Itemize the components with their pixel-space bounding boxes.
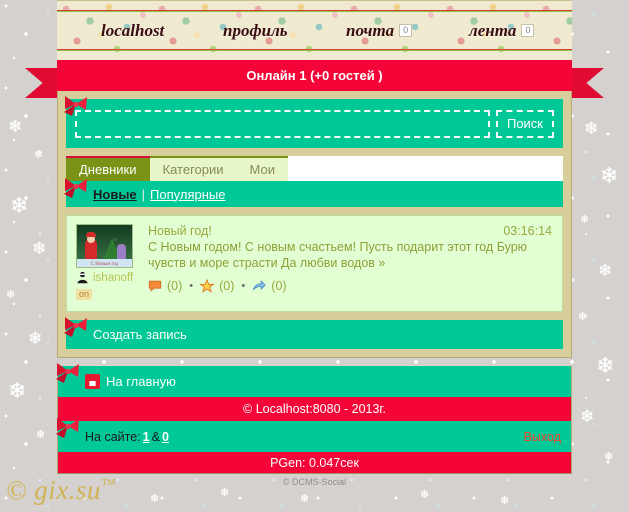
online-banner-text: Онлайн 1 (+0 гостей ) [246,68,383,83]
page-container: localhost профиль почта 0 лента 0 Онлайн… [25,0,604,490]
pgen-text: PGen: 0.047сек [270,455,359,470]
snowflake-decoration: ❄ [604,451,614,463]
tabs-panel: Дневники Категории Мои [66,156,563,181]
bow-icon [64,178,87,198]
snowflake-decoration: ❄ [32,239,47,258]
create-post-link[interactable]: Создать запись [93,327,187,342]
filter-new-link[interactable]: Новые [93,187,137,202]
nav-profile-label: профиль [223,20,288,40]
star-icon[interactable] [200,279,215,293]
post-content: Новый год! 03:16:14 С Новым годом! С нов… [148,224,552,302]
avatar-caption: С Новым год [90,262,119,267]
post-item: С Новым год ishanoff on Новый год! 03:16… [66,215,563,312]
nav-link-feed[interactable]: лента 0 [469,20,535,41]
nav-mail-label: почта [346,20,395,40]
comment-count: (0) [167,279,183,293]
snowflake-decoration: ❄ [8,378,27,403]
watermark-tm: ™ [101,477,117,493]
nav-mail-count: 0 [399,24,413,37]
snowflake-decoration: ❄ [34,149,44,161]
filter-separator: | [141,186,146,202]
engine-bar: © DCMS-Social [57,474,572,490]
post-author-block: С Новым год ishanoff on [76,224,138,302]
snowflake-decoration: ❄ [36,429,46,441]
tab-diaries[interactable]: Дневники [66,156,150,181]
post-author-row: ishanoff [76,271,138,284]
engine-text: © DCMS-Social [282,477,347,487]
snowflake-decoration: ❄ [420,489,430,501]
nav-link-profile[interactable]: профиль [223,21,288,41]
home-panel: На главную [56,363,572,397]
nav-link-mail[interactable]: почта 0 [346,20,413,41]
copyright-text: © Localhost:8080 - 2013г. [243,402,386,416]
online-ampersand: & [151,429,160,444]
nav-feed-label: лента [469,20,517,40]
online-banner-container: Онлайн 1 (+0 гостей ) [25,60,604,98]
post-title-link[interactable]: Новый год! [148,224,212,238]
online-banner: Онлайн 1 (+0 гостей ) [57,60,572,91]
action-separator: • [241,280,246,292]
comment-icon[interactable] [148,279,162,293]
content-frame: Поиск Дневники Категории Мои Новые | Поп… [57,91,572,358]
post-timestamp: 03:16:14 [503,224,552,238]
site-header: localhost профиль почта 0 лента 0 [57,0,572,60]
snowflake-decoration: ❄ [150,493,160,505]
snowflake-decoration: ❄ [584,119,599,138]
snowflake-decoration: ❄ [600,163,619,188]
post-header-row: Новый год! 03:16:14 [148,224,552,238]
star-count: (0) [219,279,235,293]
online-guests-count[interactable]: 0 [162,430,169,444]
share-count: (0) [271,279,287,293]
brand-label: localhost [101,20,165,40]
bow-icon [56,363,79,383]
pgen-bar: PGen: 0.047сек [57,452,572,474]
bow-icon [56,418,79,438]
online-label: На сайте: [85,429,141,444]
snowflake-decoration: ❄ [300,493,310,505]
tab-categories[interactable]: Категории [149,156,237,181]
tab-strip: Дневники Категории Мои [66,156,563,181]
watermark: © gix.su™ [6,475,116,506]
filter-panel: Новые | Популярные [64,178,563,207]
search-button[interactable]: Поиск [495,109,554,138]
home-icon [85,374,100,389]
share-icon[interactable] [252,279,267,293]
snowflake-decoration: ❄ [580,407,595,426]
online-status-bar: На сайте: 1 & 0 Выход [56,418,572,452]
nav-feed-count: 0 [521,24,535,37]
snowflake-decoration: ❄ [28,329,43,348]
post-body-text: С Новым годом! С новым счастьем! Пусть п… [148,240,528,270]
copyright-bar: © Localhost:8080 - 2013г. [57,397,572,421]
status-badge: on [76,289,93,300]
snowflake-decoration: ❄ [8,117,23,136]
home-label: На главную [106,374,176,389]
post-author-link[interactable]: ishanoff [93,272,133,284]
avatar-santa-hat [86,232,96,237]
snowflake-decoration: ❄ [578,311,588,323]
filter-popular-link[interactable]: Популярные [150,187,225,202]
snowflake-decoration: ❄ [500,495,510,507]
user-icon [77,271,88,284]
search-input[interactable] [75,109,490,138]
post-actions-row: (0) • (0) • (0) [148,279,552,293]
avatar[interactable]: С Новым год [76,224,133,268]
snowflake-decoration: ❄ [6,289,16,301]
watermark-text: © gix.su [6,475,102,505]
tab-filler [287,156,563,181]
snowflake-decoration: ❄ [10,193,29,218]
snowflake-decoration: ❄ [596,353,615,378]
bow-icon [64,317,87,337]
online-users-count[interactable]: 1 [143,430,150,444]
create-post-panel: Создать запись [64,317,563,349]
search-panel: Поиск [64,96,563,148]
logout-link[interactable]: Выход [524,430,561,444]
tab-mine[interactable]: Мои [236,156,288,181]
create-post-label: Создать запись [93,327,187,342]
home-link[interactable]: На главную [85,374,176,389]
nav-link-brand[interactable]: localhost [101,21,164,41]
action-separator: • [189,280,194,292]
main-navigation: localhost профиль почта 0 лента 0 [57,12,572,49]
snowflake-decoration: ❄ [580,214,590,226]
snowflake-decoration: ❄ [598,261,613,280]
